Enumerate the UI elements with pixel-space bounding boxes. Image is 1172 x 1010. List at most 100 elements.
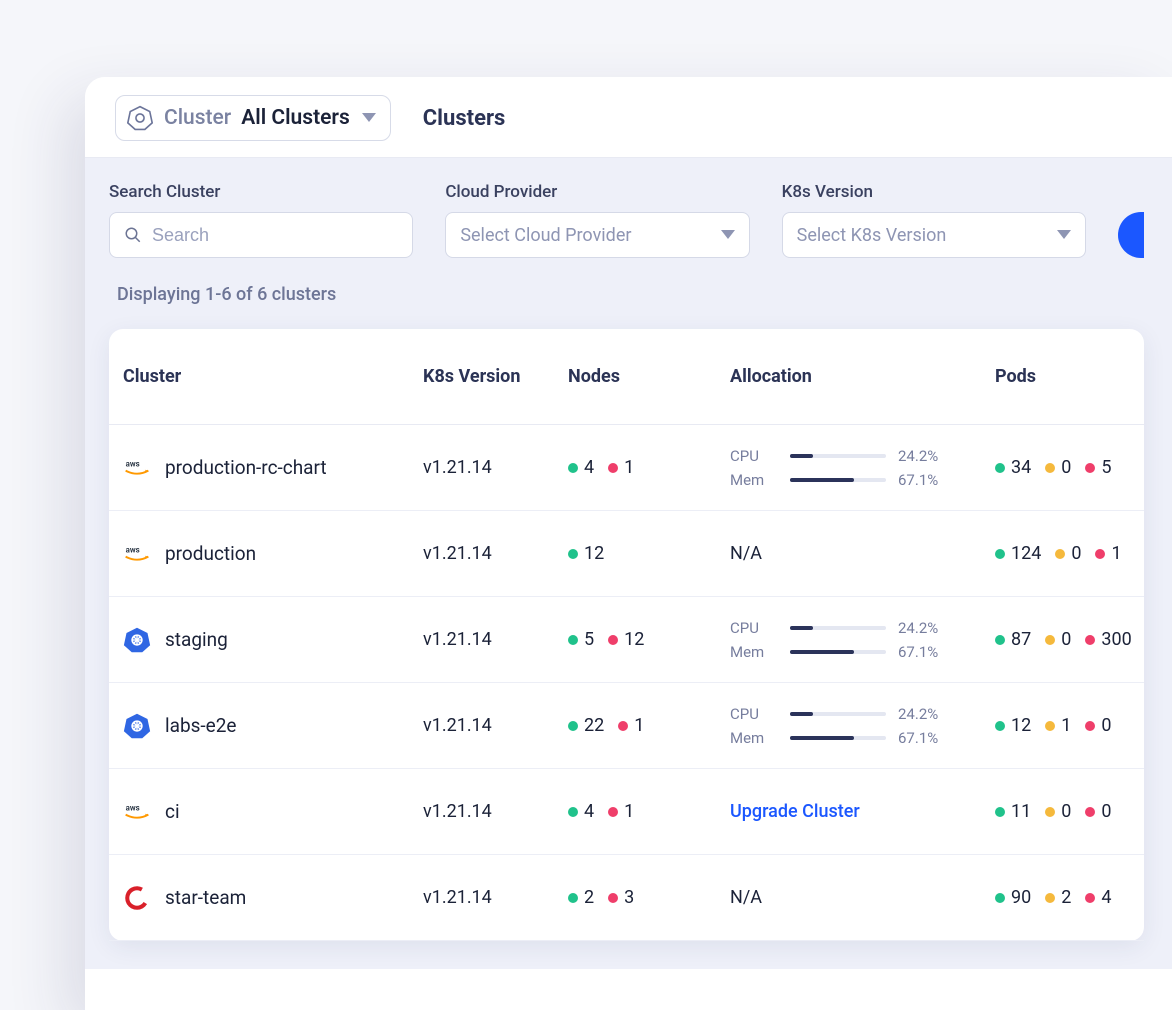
stat-yellow: 2: [1045, 887, 1071, 908]
nodes-cell: 41: [568, 457, 730, 478]
allocation-cell: CPU24.2% Mem67.1%: [730, 705, 995, 747]
stat-yellow: 0: [1045, 629, 1071, 650]
cloud-select-placeholder: Select Cloud Provider: [460, 225, 631, 246]
stat-red: 1: [608, 801, 634, 822]
k8s-version-select-placeholder: Select K8s Version: [797, 225, 947, 246]
stat-green: 34: [995, 457, 1031, 478]
stat-red: 3: [608, 887, 634, 908]
k8s-version: v1.21.14: [423, 801, 568, 822]
allocation-na: N/A: [730, 543, 762, 564]
stat-red: 5: [1085, 457, 1111, 478]
col-pods[interactable]: Pods: [995, 366, 1130, 387]
chevron-down-icon: [360, 113, 376, 123]
cluster-cell: aws ci: [123, 798, 423, 826]
stat-green: 4: [568, 801, 594, 822]
stat-red: 0: [1085, 801, 1111, 822]
alloc-cpu: CPU24.2%: [730, 619, 995, 637]
stat-green: 90: [995, 887, 1031, 908]
stat-red: 4: [1085, 887, 1111, 908]
k8s-version: v1.21.14: [423, 543, 568, 564]
allocation-cell: CPU24.2% Mem67.1%: [730, 619, 995, 661]
upgrade-cluster-link[interactable]: Upgrade Cluster: [730, 801, 860, 822]
allocation-na: N/A: [730, 887, 762, 908]
stat-red: 1: [1095, 543, 1121, 564]
table-row[interactable]: star-teamv1.21.1423N/A9024: [109, 855, 1144, 941]
cluster-cell: awsproduction-rc-chart: [123, 454, 423, 482]
col-allocation[interactable]: Allocation: [730, 366, 995, 387]
cloud-select[interactable]: Select Cloud Provider: [445, 212, 749, 258]
pods-cell: 90 24: [995, 887, 1130, 908]
clusters-table: Cluster K8s Version Nodes Allocation Pod…: [109, 329, 1144, 941]
stat-red: 300: [1085, 629, 1131, 650]
cluster-selector[interactable]: Cluster All Clusters: [115, 95, 391, 141]
col-cluster[interactable]: Cluster: [123, 366, 423, 387]
chevron-down-icon: [719, 230, 735, 240]
cluster-name: staging: [165, 628, 228, 651]
table-header: Cluster K8s Version Nodes Allocation Pod…: [109, 329, 1144, 425]
k8s-version: v1.21.14: [423, 629, 568, 650]
cluster-name: ci: [165, 800, 180, 823]
stat-red: 1: [608, 457, 634, 478]
alloc-mem: Mem67.1%: [730, 471, 995, 489]
svg-text:aws: aws: [126, 459, 140, 468]
stat-red: 12: [608, 629, 644, 650]
pods-cell: 11 00: [995, 801, 1130, 822]
k8s-icon: [123, 626, 151, 654]
cluster-cell: staging: [123, 626, 423, 654]
cluster-name: star-team: [165, 886, 246, 909]
k8s-version: v1.21.14: [423, 457, 568, 478]
nodes-cell: 23: [568, 887, 730, 908]
stat-green: 12: [568, 543, 604, 564]
stat-yellow: 0: [1045, 801, 1071, 822]
search-input[interactable]: [152, 225, 398, 246]
table-row[interactable]: labs-e2ev1.21.14221CPU24.2%Mem67.1%1210: [109, 683, 1144, 769]
k8s-version-label: K8s Version: [782, 182, 1086, 202]
alloc-cpu: CPU24.2%: [730, 705, 995, 723]
filters-panel: Search Cluster Cloud Provider Select Clo…: [85, 158, 1172, 969]
stat-green: 11: [995, 801, 1031, 822]
col-nodes[interactable]: Nodes: [568, 366, 730, 387]
aws-icon: aws: [123, 798, 151, 826]
k8s-version-select[interactable]: Select K8s Version: [782, 212, 1086, 258]
cluster-cell: awsproduction: [123, 540, 423, 568]
search-icon: [124, 225, 142, 245]
nodes-cell: 5 12: [568, 629, 730, 650]
k8s-version: v1.21.14: [423, 715, 568, 736]
search-input-wrap[interactable]: [109, 212, 413, 258]
stat-green: 124: [995, 543, 1041, 564]
stat-green: 5: [568, 629, 594, 650]
nodes-cell: 22 1: [568, 715, 730, 736]
pods-cell: 1210: [995, 715, 1130, 736]
table-row[interactable]: awsproduction-rc-chartv1.21.1441CPU24.2%…: [109, 425, 1144, 511]
stat-green: 4: [568, 457, 594, 478]
table-row[interactable]: awsciv1.21.1441Upgrade Cluster1100: [109, 769, 1144, 855]
cluster-selector-label: Cluster: [164, 106, 231, 130]
svg-text:aws: aws: [126, 803, 140, 812]
page-title: Clusters: [423, 106, 506, 131]
stat-red: 1: [618, 715, 644, 736]
pods-cell: 87 0 300: [995, 629, 1132, 650]
results-summary: Displaying 1-6 of 6 clusters: [109, 258, 1144, 325]
primary-action-button[interactable]: [1118, 212, 1144, 258]
table-row[interactable]: staging v1.21.145 12 CPU24.2% Mem67.1%87 0 300: [109, 597, 1144, 683]
chevron-down-icon: [1055, 230, 1071, 240]
nodes-cell: 41: [568, 801, 730, 822]
k8s-version: v1.21.14: [423, 887, 568, 908]
col-k8s-version[interactable]: K8s Version: [423, 366, 568, 387]
allocation-cell: Upgrade Cluster: [730, 801, 995, 822]
stat-green: 2: [568, 887, 594, 908]
alloc-mem: Mem67.1%: [730, 643, 995, 661]
stat-yellow: 0: [1055, 543, 1081, 564]
table-row[interactable]: awsproductionv1.21.1412 N/A 124 01: [109, 511, 1144, 597]
allocation-cell: N/A: [730, 887, 995, 908]
search-label: Search Cluster: [109, 182, 413, 202]
allocation-cell: CPU24.2%Mem67.1%: [730, 447, 995, 489]
aws-icon: aws: [123, 540, 151, 568]
cluster-cell: star-team: [123, 884, 423, 912]
stat-green: 22: [568, 715, 604, 736]
svg-text:aws: aws: [126, 545, 140, 554]
alloc-mem: Mem67.1%: [730, 729, 995, 747]
stat-green: 87: [995, 629, 1031, 650]
k8s-icon: [123, 712, 151, 740]
stat-yellow: 0: [1045, 457, 1071, 478]
